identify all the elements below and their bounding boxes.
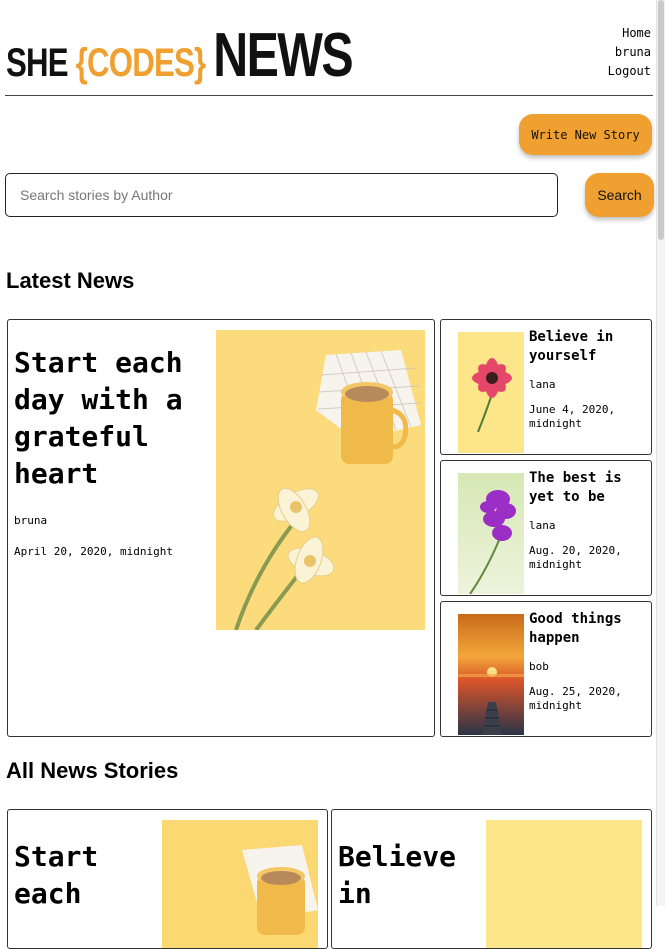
- side-story-card[interactable]: Good things happen bob Aug. 25, 2020, mi…: [440, 601, 652, 737]
- search-button[interactable]: Search: [585, 173, 654, 217]
- nav-logout-link[interactable]: Logout: [608, 62, 651, 81]
- header-divider: [5, 95, 653, 96]
- side-story-text: Believe in yourself lana June 4, 2020, m…: [529, 328, 647, 431]
- pink-flower-photo: [486, 820, 642, 948]
- story-date: April 20, 2020, midnight: [14, 545, 173, 558]
- nav-home-link[interactable]: Home: [622, 24, 651, 43]
- story-author: bruna: [14, 514, 48, 527]
- story-title[interactable]: Believe in: [338, 838, 478, 912]
- write-new-story-button[interactable]: Write New Story: [519, 114, 652, 155]
- story-title[interactable]: Start each: [14, 838, 154, 912]
- story-title[interactable]: Good things happen: [529, 610, 647, 648]
- search-author-input[interactable]: [5, 173, 558, 217]
- logo-she: SHE: [6, 41, 69, 85]
- story-date: June 4, 2020, midnight: [529, 403, 616, 430]
- pink-flower-photo: [458, 332, 524, 453]
- latest-news-heading: Latest News: [6, 268, 135, 293]
- site-logo[interactable]: SHE {CODES} NEWS: [6, 20, 354, 90]
- logo-codes: {CODES}: [75, 41, 207, 85]
- story-card[interactable]: Start each: [7, 809, 328, 949]
- side-story-card[interactable]: Believe in yourself lana June 4, 2020, m…: [440, 319, 652, 455]
- story-date: Aug. 20, 2020, midnight: [529, 544, 622, 571]
- story-author: bob: [529, 660, 549, 673]
- sunset-pier-photo: [458, 614, 524, 735]
- scrollbar-thumb[interactable]: [658, 0, 664, 240]
- coffee-flowers-photo: [162, 820, 318, 948]
- side-story-text: Good things happen bob Aug. 25, 2020, mi…: [529, 610, 647, 713]
- logo-news: NEWS: [213, 21, 353, 90]
- coffee-flowers-photo: [216, 330, 425, 630]
- story-card[interactable]: Believe in: [331, 809, 652, 949]
- side-story-card[interactable]: The best is yet to be lana Aug. 20, 2020…: [440, 460, 652, 596]
- all-news-heading: All News Stories: [6, 758, 179, 783]
- top-nav: Home bruna Logout: [608, 24, 651, 81]
- page-scrollbar[interactable]: [656, 0, 665, 906]
- story-author: lana: [529, 519, 556, 532]
- purple-orchid-photo: [458, 473, 524, 594]
- story-author: lana: [529, 378, 556, 391]
- nav-user-link[interactable]: bruna: [615, 43, 651, 62]
- story-date: Aug. 25, 2020, midnight: [529, 685, 622, 712]
- story-title[interactable]: Believe in yourself: [529, 328, 647, 366]
- story-title[interactable]: The best is yet to be: [529, 469, 647, 507]
- story-title[interactable]: Start each day with a grateful heart: [14, 344, 204, 492]
- featured-story-card[interactable]: Start each day with a grateful heart bru…: [7, 319, 435, 737]
- side-story-text: The best is yet to be lana Aug. 20, 2020…: [529, 469, 647, 572]
- featured-story-text: Start each day with a grateful heart bru…: [14, 344, 204, 558]
